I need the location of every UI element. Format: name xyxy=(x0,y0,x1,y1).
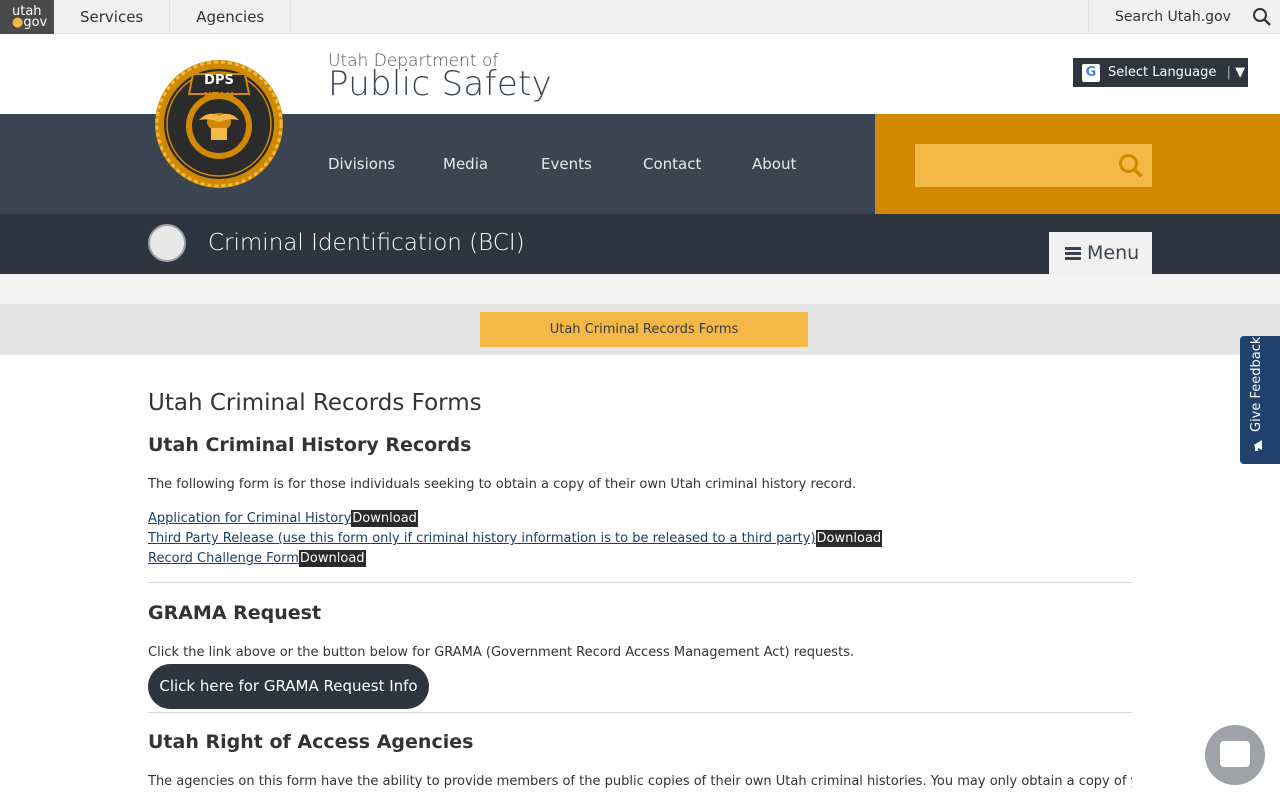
chat-icon xyxy=(1220,741,1250,767)
main-nav: Divisions Media Events Contact About xyxy=(0,114,875,214)
give-feedback-tab[interactable]: Give Feedback xyxy=(1240,336,1280,464)
utah-gov-logo[interactable]: utah ●gov xyxy=(0,0,54,34)
grama-request-button[interactable]: Click here for GRAMA Request Info xyxy=(148,664,429,709)
section-intro-grama: Click the link above or the button below… xyxy=(148,645,855,660)
menu-label: Menu xyxy=(1087,242,1140,264)
site-search-input[interactable] xyxy=(915,144,1152,187)
list-item: Record Challenge FormDownload xyxy=(148,550,366,568)
agencies-link[interactable]: Agencies xyxy=(170,0,292,34)
seal-dps-text: DPS xyxy=(204,73,234,88)
download-button[interactable]: Download xyxy=(351,510,418,527)
application-criminal-history-link[interactable]: Application for Criminal History xyxy=(148,511,351,526)
search-icon[interactable] xyxy=(1118,153,1144,179)
menu-button[interactable]: Menu xyxy=(1049,232,1152,274)
nav-media[interactable]: Media xyxy=(443,155,488,173)
list-item: Application for Criminal HistoryDownload xyxy=(148,510,418,528)
download-button[interactable]: Download xyxy=(815,530,883,547)
google-icon: G xyxy=(1082,64,1100,82)
divider xyxy=(148,582,1132,583)
third-party-release-link[interactable]: Third Party Release (use this form only … xyxy=(148,531,816,546)
search-icon xyxy=(1253,8,1271,26)
breadcrumb-current[interactable]: Utah Criminal Records Forms xyxy=(480,312,808,347)
list-item: Third Party Release (use this form only … xyxy=(148,530,883,548)
section-intro-right-of-access: The agencies on this form have the abili… xyxy=(148,774,1132,789)
division-title[interactable]: Criminal Identification (BCI) xyxy=(208,230,525,256)
megaphone-icon xyxy=(1254,440,1262,451)
seal-utah-text: UTAH xyxy=(204,91,234,102)
dps-seal-logo[interactable]: DPS UTAH xyxy=(153,54,285,194)
chat-button[interactable] xyxy=(1205,725,1265,785)
section-intro-criminal-history: The following form is for those individu… xyxy=(148,477,857,492)
select-language-button[interactable]: G Select Language | ▼ xyxy=(1073,58,1248,87)
divider xyxy=(148,712,1132,713)
section-heading-right-of-access: Utah Right of Access Agencies xyxy=(148,731,474,753)
site-search-area xyxy=(875,114,1280,214)
gov-search-label: Search Utah.gov xyxy=(1115,9,1231,25)
nav-contact[interactable]: Contact xyxy=(643,155,701,173)
logo-gov-text: gov xyxy=(23,15,48,30)
dept-title[interactable]: Public Safety xyxy=(328,64,552,104)
section-heading-criminal-history: Utah Criminal History Records xyxy=(148,434,472,456)
feedback-label: Give Feedback xyxy=(1249,336,1264,432)
nav-events[interactable]: Events xyxy=(541,155,592,173)
nav-about[interactable]: About xyxy=(752,155,796,173)
download-button[interactable]: Download xyxy=(298,550,366,567)
services-link[interactable]: Services xyxy=(54,0,171,34)
page-title: Utah Criminal Records Forms xyxy=(148,390,482,416)
section-heading-grama: GRAMA Request xyxy=(148,602,322,624)
hamburger-icon xyxy=(1065,247,1081,260)
record-challenge-form-link[interactable]: Record Challenge Form xyxy=(148,551,299,566)
gov-search-button[interactable]: Search Utah.gov xyxy=(1088,0,1280,34)
utah-gov-bar: utah ●gov Services Agencies Search Utah.… xyxy=(0,0,1280,34)
gov-nav: Services Agencies xyxy=(54,0,292,34)
spacer-strip xyxy=(0,274,1280,304)
chevron-down-icon: ▼ xyxy=(1235,65,1246,80)
select-language-label: Select Language xyxy=(1108,65,1217,80)
bci-seal-icon xyxy=(148,224,186,262)
nav-divisions[interactable]: Divisions xyxy=(328,155,395,173)
